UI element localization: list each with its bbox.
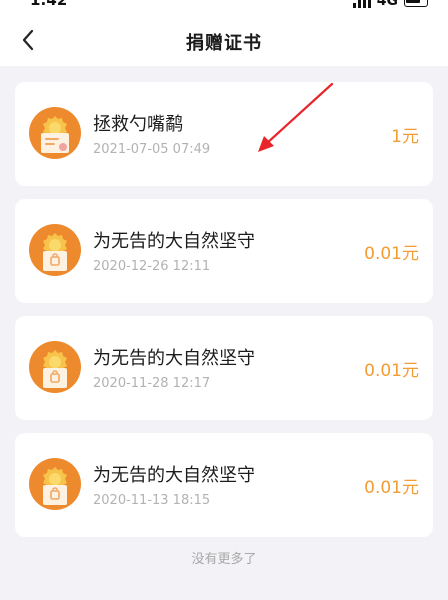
certificate-date: 2021-07-05 07:49 [93,142,211,157]
certificate-name: 为无告的大自然坚守 [93,465,255,486]
certificate-medal-icon [29,107,81,159]
list-end-text: 没有更多了 [191,552,257,567]
certificate-medal-icon [29,341,81,393]
certificate-item[interactable]: 为无告的大自然坚守 2020-11-13 18:15 0.01元 [15,433,433,537]
certificate-date: 2020-11-28 12:17 [93,376,211,391]
certificate-item[interactable]: 为无告的大自然坚守 2020-11-28 12:17 0.01元 [15,316,433,420]
page-title: 捐赠证书 [186,33,262,54]
certificate-name: 为无告的大自然坚守 [93,348,255,369]
certificate-date: 2020-12-26 12:11 [93,259,211,274]
status-time: 1:42 [30,0,68,9]
certificate-amount: 0.01元 [364,478,419,498]
certificate-medal-icon [29,224,81,276]
certificate-name: 拯救勺嘴鹬 [93,114,183,135]
certificate-name: 为无告的大自然坚守 [93,231,255,252]
certificate-list: 拯救勺嘴鹬 2021-07-05 07:49 1元 为无告的大自然坚守 2020… [15,82,433,550]
certificate-amount: 1元 [391,127,419,147]
certificate-medal-icon [29,458,81,510]
certificate-item[interactable]: 拯救勺嘴鹬 2021-07-05 07:49 1元 [15,82,433,186]
certificate-item[interactable]: 为无告的大自然坚守 2020-12-26 12:11 0.01元 [15,199,433,303]
certificate-amount: 0.01元 [364,361,419,381]
certificate-amount: 0.01元 [364,244,419,264]
nav-bar: 捐赠证书 [0,14,448,66]
battery-icon [404,0,428,7]
status-indicators: 4G [352,0,428,11]
network-label: 4G [376,0,398,9]
certificate-date: 2020-11-13 18:15 [93,493,211,508]
signal-icon [352,0,371,8]
status-bar: 1:42 4G [0,0,448,14]
